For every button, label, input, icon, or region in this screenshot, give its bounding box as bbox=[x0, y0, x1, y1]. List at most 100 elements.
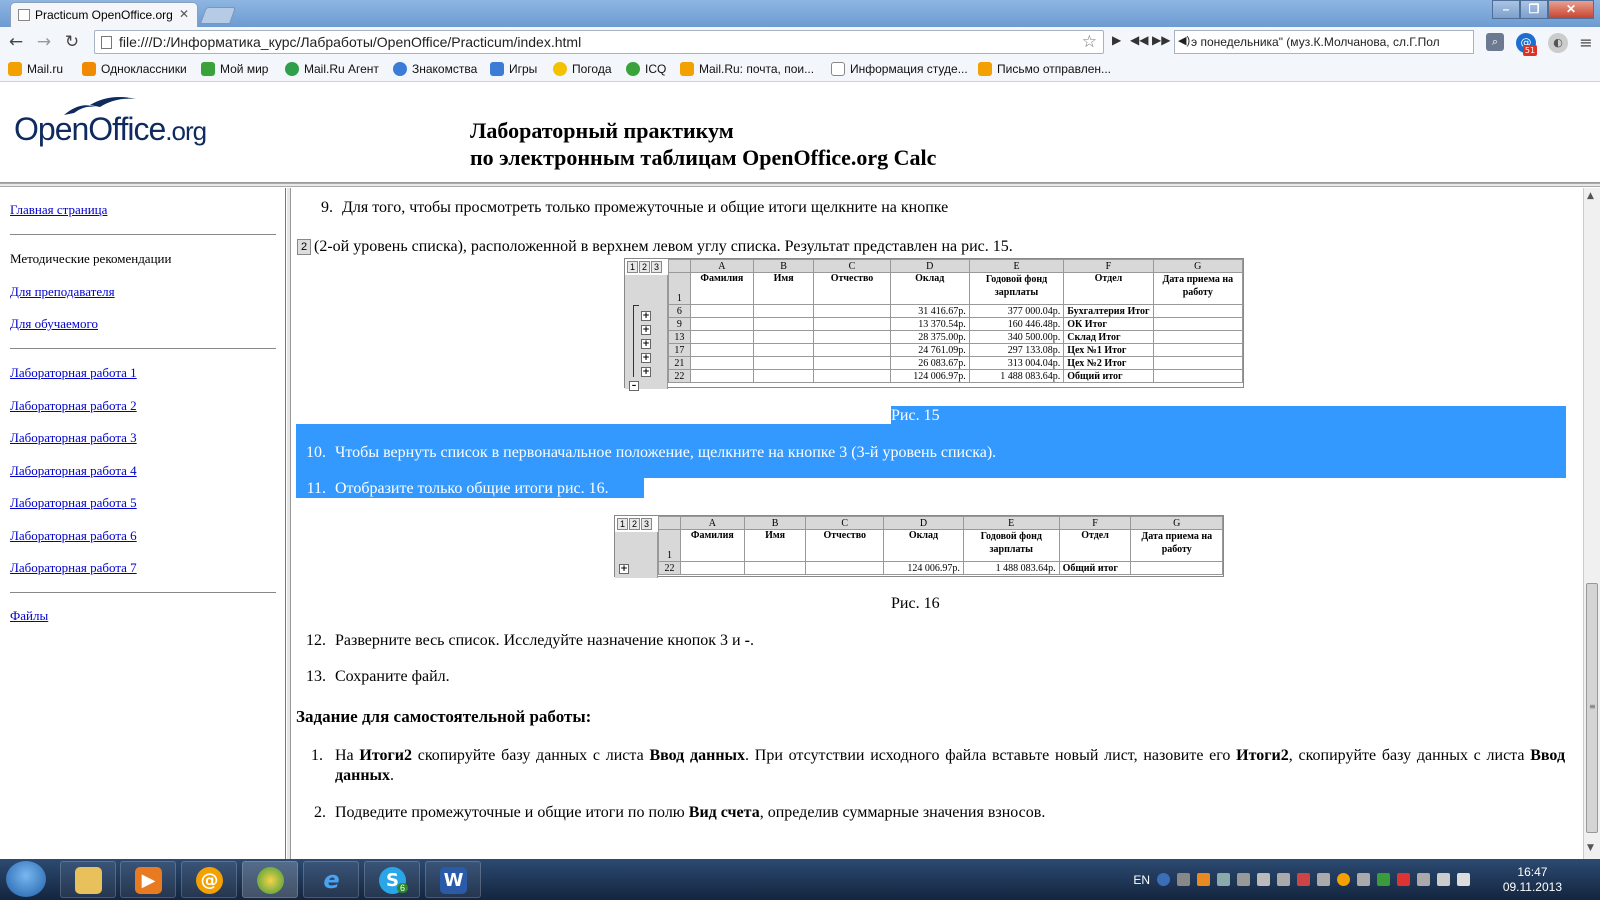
folder-icon bbox=[75, 867, 102, 894]
page-icon bbox=[101, 36, 112, 49]
list-item-12: 12. Разверните весь список. Исследуйте н… bbox=[306, 632, 754, 649]
outline-gutter: + + + + + – bbox=[625, 275, 668, 391]
system-clock[interactable]: 16:47 09.11.2013 bbox=[1503, 865, 1562, 895]
outline-expand-icon: + bbox=[641, 353, 651, 363]
start-button[interactable] bbox=[6, 861, 46, 897]
bookmark-item[interactable]: Информация студе... bbox=[831, 62, 968, 76]
signal-icon[interactable] bbox=[1437, 873, 1450, 886]
volume-icon[interactable]: ◀) bbox=[1178, 34, 1190, 47]
volume-icon[interactable] bbox=[1457, 873, 1470, 886]
fast-forward-icon[interactable]: ▶▶ bbox=[1152, 33, 1170, 47]
bookmark-item[interactable]: ICQ bbox=[626, 62, 666, 76]
flag-icon[interactable] bbox=[1257, 873, 1270, 886]
back-arrow-icon[interactable]: ← bbox=[6, 33, 26, 53]
bookmark-star-icon[interactable]: ☆ bbox=[1082, 32, 1097, 52]
sidebar-link-student[interactable]: Для обучаемого bbox=[10, 316, 98, 332]
vertical-scrollbar[interactable]: ▲ ≡ ▼ bbox=[1583, 188, 1600, 859]
sidebar-divider bbox=[10, 592, 276, 593]
outline-level-buttons: 123 bbox=[617, 518, 653, 530]
sidebar-link-lab-6[interactable]: Лабораторная работа 6 bbox=[10, 528, 137, 544]
tray-icon[interactable] bbox=[1417, 873, 1430, 886]
sidebar-link-teacher[interactable]: Для преподавателя bbox=[10, 284, 115, 300]
taskbar-browser[interactable] bbox=[242, 861, 298, 898]
windows-taskbar: ▶ @ e S6 W EN 16:47 09.11.2013 bbox=[0, 859, 1600, 900]
taskbar-media-player[interactable]: ▶ bbox=[120, 861, 176, 898]
browser-tab[interactable]: Practicum OpenOffice.org ✕ bbox=[10, 2, 198, 27]
bookmark-item[interactable]: Письмо отправлен... bbox=[978, 62, 1111, 76]
bookmark-item[interactable]: Mail.Ru Агент bbox=[285, 62, 379, 76]
network-icon[interactable] bbox=[1237, 873, 1250, 886]
mail-ru-icon bbox=[680, 62, 694, 76]
taskbar-mail-agent[interactable]: @ bbox=[181, 861, 237, 898]
taskbar-explorer[interactable] bbox=[60, 861, 116, 898]
tray-icon[interactable] bbox=[1357, 873, 1370, 886]
forward-arrow-icon[interactable]: → bbox=[34, 33, 54, 53]
sidebar-link-lab-1[interactable]: Лабораторная работа 1 bbox=[10, 365, 137, 381]
taskbar-word[interactable]: W bbox=[425, 861, 481, 898]
tray-icon[interactable] bbox=[1177, 873, 1190, 886]
now-playing-text: э понедельника" (муз.К.Молчанова, сл.Г.П… bbox=[1191, 35, 1440, 49]
tray-icon[interactable] bbox=[1297, 873, 1310, 886]
bookmark-item[interactable]: Mail.Ru: почта, пои... bbox=[680, 62, 814, 76]
sidebar-link-files[interactable]: Файлы bbox=[10, 608, 48, 624]
figure-15-spreadsheet: 123 + + + + + – A B C D E F G 1 Фамилия … bbox=[624, 258, 1244, 391]
bluetooth-icon[interactable] bbox=[1217, 873, 1230, 886]
frame-splitter[interactable] bbox=[287, 188, 291, 859]
page-icon bbox=[831, 62, 845, 76]
extension-gray-icon[interactable]: ◐ bbox=[1548, 33, 1568, 53]
bookmark-item[interactable]: Знакомства bbox=[393, 62, 477, 76]
window-maximize-button[interactable]: ❐ bbox=[1520, 0, 1548, 19]
play-icon[interactable]: ▶ bbox=[1112, 33, 1121, 47]
taskbar-skype[interactable]: S6 bbox=[364, 861, 420, 898]
grip-icon: ≡ bbox=[1589, 702, 1596, 711]
sidebar-link-home[interactable]: Главная страница bbox=[10, 202, 107, 218]
media-player-icon: ▶ bbox=[135, 867, 162, 894]
openoffice-logo: OpenOffice.org bbox=[14, 111, 207, 147]
sidebar-link-lab-3[interactable]: Лабораторная работа 3 bbox=[10, 430, 137, 446]
tray-icon[interactable] bbox=[1197, 873, 1210, 886]
sidebar-link-lab-7[interactable]: Лабораторная работа 7 bbox=[10, 560, 137, 576]
tab-close-icon[interactable]: ✕ bbox=[179, 7, 189, 21]
list-item-9: 9. Для того, чтобы просмотреть только пр… bbox=[321, 199, 949, 216]
scroll-up-arrow-icon[interactable]: ▲ bbox=[1587, 191, 1594, 201]
sidebar-link-lab-2[interactable]: Лабораторная работа 2 bbox=[10, 398, 137, 414]
search-extension-icon[interactable]: ⌕ bbox=[1486, 33, 1504, 51]
sidebar-link-lab-4[interactable]: Лабораторная работа 4 bbox=[10, 463, 137, 479]
sidebar: Главная страница Методические рекомендац… bbox=[0, 188, 286, 859]
bookmark-item[interactable]: Mail.ru bbox=[8, 62, 63, 76]
scrollbar-thumb[interactable]: ≡ bbox=[1586, 583, 1598, 833]
figure-16-caption: Рис. 16 bbox=[891, 595, 940, 612]
scroll-down-arrow-icon[interactable]: ▼ bbox=[1587, 843, 1594, 853]
tray-icon[interactable] bbox=[1397, 873, 1410, 886]
now-playing-field[interactable]: ◀) э понедельника" (муз.К.Молчанова, сл.… bbox=[1174, 30, 1474, 54]
bookmark-item[interactable]: Погода bbox=[553, 62, 612, 76]
list-item-13: 13. Сохраните файл. bbox=[306, 668, 450, 685]
mail-ru-icon bbox=[978, 62, 992, 76]
window-close-button[interactable]: ✕ bbox=[1548, 0, 1594, 19]
outline-gutter: + bbox=[615, 532, 658, 578]
word-icon: W bbox=[440, 867, 467, 894]
tray-icon[interactable] bbox=[1377, 873, 1390, 886]
tray-icon[interactable] bbox=[1277, 873, 1290, 886]
outline-expand-icon: + bbox=[641, 339, 651, 349]
sheet-table: A B C D E F G 1 Фамилия Имя Отчество Окл… bbox=[668, 259, 1244, 383]
window-minimize-button[interactable]: – bbox=[1492, 0, 1520, 19]
sidebar-link-lab-5[interactable]: Лабораторная работа 5 bbox=[10, 495, 137, 511]
rewind-icon[interactable]: ◀◀ bbox=[1130, 33, 1148, 47]
reload-icon[interactable]: ↻ bbox=[62, 33, 82, 53]
new-tab-button[interactable] bbox=[199, 7, 237, 24]
bookmark-item[interactable]: Одноклассники bbox=[82, 62, 187, 76]
address-bar[interactable]: file:///D:/Информатика_курс/Лабработы/Op… bbox=[94, 30, 1104, 54]
mail-agent-icon[interactable] bbox=[1337, 873, 1350, 886]
language-indicator[interactable]: EN bbox=[1133, 873, 1150, 887]
help-icon[interactable] bbox=[1157, 873, 1170, 886]
taskbar-internet-explorer[interactable]: e bbox=[303, 861, 359, 898]
tray-icon[interactable] bbox=[1317, 873, 1330, 886]
bookmark-item[interactable]: Игры bbox=[490, 62, 537, 76]
table-row: 22 124 006.97р. 1 488 083.64р. Общий итог bbox=[668, 369, 1244, 383]
notification-badge: 51 bbox=[1523, 45, 1537, 56]
browser-icon bbox=[257, 867, 284, 894]
bookmark-item[interactable]: Мой мир bbox=[201, 62, 268, 76]
menu-icon[interactable]: ≡ bbox=[1576, 33, 1596, 53]
mail-ru-icon bbox=[8, 62, 22, 76]
